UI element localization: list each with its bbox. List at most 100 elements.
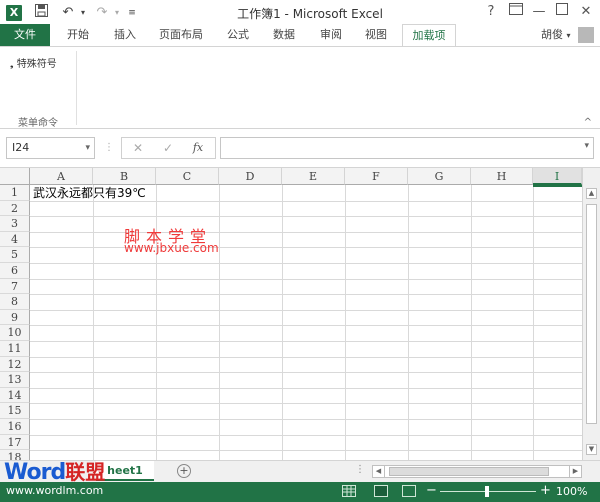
vertical-scrollbar[interactable]: ▲ ▼ <box>582 168 600 460</box>
help-button[interactable]: ? <box>480 3 502 23</box>
row-header-16[interactable]: 16 <box>0 419 30 435</box>
watermark-url: www.jbxue.com <box>124 241 219 255</box>
name-box[interactable]: I24 ▾ <box>6 137 95 159</box>
formula-bar: I24 ▾ ⋮ ✕ ✓ fx ▾ <box>0 130 600 167</box>
gridline <box>30 231 582 233</box>
close-button[interactable]: ✕ <box>575 3 597 23</box>
gridline <box>30 419 582 420</box>
tab-page-layout[interactable]: 页面布局 <box>152 24 210 46</box>
name-box-value: I24 <box>12 141 30 154</box>
ribbon-display-options-icon[interactable] <box>505 3 527 23</box>
cell-a1[interactable]: 武汉永远都只有39℃ <box>33 185 146 201</box>
title-bar: X ↶ ▾ ↷ ▾ ≡ 工作簿1 - Microsoft Excel ? — ✕ <box>0 0 600 26</box>
user-dropdown-icon: ▾ <box>566 31 571 40</box>
insert-function-icon[interactable]: fx <box>184 138 212 158</box>
tab-home[interactable]: 开始 <box>56 24 100 46</box>
group-label-menu-commands: 菜单命令 <box>18 118 58 129</box>
gridline <box>30 294 582 296</box>
row-header-11[interactable]: 11 <box>0 341 30 357</box>
customize-qat-icon[interactable]: ≡ <box>126 4 138 22</box>
zoom-level[interactable]: 100% <box>556 485 587 498</box>
page-break-preview-icon[interactable] <box>402 485 416 497</box>
column-header-c[interactable]: C <box>156 168 219 185</box>
status-bar: www.wordlm.com − + 100% <box>0 482 600 502</box>
collapse-ribbon-icon[interactable]: ^ <box>584 117 592 128</box>
special-symbols-menu[interactable]: ❟ 特殊符号 <box>10 55 57 70</box>
page-layout-view-icon[interactable] <box>374 485 388 497</box>
chevron-down-icon[interactable]: ▾ <box>85 138 90 158</box>
splitter-dots-icon[interactable]: ⋮ <box>355 464 365 475</box>
row-header-7[interactable]: 7 <box>0 278 30 295</box>
column-header-d[interactable]: D <box>219 168 282 185</box>
row-header-8[interactable]: 8 <box>0 294 30 310</box>
column-header-i[interactable]: I <box>533 168 582 185</box>
avatar <box>578 27 594 43</box>
expand-formula-bar-icon[interactable]: ▾ <box>584 141 589 151</box>
window-title: 工作簿1 - Microsoft Excel <box>237 7 383 21</box>
undo-dropdown-icon[interactable]: ▾ <box>78 4 88 22</box>
horizontal-scrollbar[interactable]: ◀ ▶ <box>372 465 582 478</box>
scroll-down-icon[interactable]: ▼ <box>586 444 597 455</box>
user-account[interactable]: 胡俊 ▾ <box>541 24 594 46</box>
formula-input[interactable]: ▾ <box>220 137 594 159</box>
gridline <box>30 356 582 358</box>
row-header-13[interactable]: 13 <box>0 372 30 388</box>
gridline <box>30 325 582 327</box>
row-header-5[interactable]: 5 <box>0 247 30 263</box>
add-sheet-icon[interactable]: + <box>177 464 191 478</box>
zoom-slider-knob[interactable] <box>485 486 489 497</box>
tab-file[interactable]: 文件 <box>0 24 50 46</box>
column-header-b[interactable]: B <box>93 168 156 185</box>
vertical-scroll-thumb[interactable] <box>586 204 597 424</box>
menu-bullet-icon: ❟ <box>10 60 14 70</box>
gridline <box>30 434 582 436</box>
row-header-10[interactable]: 10 <box>0 325 30 341</box>
column-header-a[interactable]: A <box>30 168 93 185</box>
confirm-entry-icon[interactable]: ✓ <box>154 138 182 158</box>
maximize-icon[interactable] <box>551 3 573 23</box>
row-header-1[interactable]: 1 <box>0 185 30 201</box>
excel-app-icon[interactable]: X <box>6 5 22 21</box>
tab-data[interactable]: 数据 <box>262 24 306 46</box>
tab-insert[interactable]: 插入 <box>103 24 147 46</box>
row-header-3[interactable]: 3 <box>0 216 30 232</box>
row-header-17[interactable]: 17 <box>0 434 30 451</box>
gridline <box>30 450 582 452</box>
scroll-right-icon[interactable]: ▶ <box>569 466 581 477</box>
redo-icon[interactable]: ↷ <box>92 4 112 22</box>
column-header-e[interactable]: E <box>282 168 345 185</box>
select-all-corner[interactable] <box>0 168 30 185</box>
horizontal-scroll-thumb[interactable] <box>389 467 549 476</box>
scroll-left-icon[interactable]: ◀ <box>373 466 385 477</box>
redo-dropdown-icon[interactable]: ▾ <box>112 4 122 22</box>
logo-cn: 联盟 <box>65 460 106 484</box>
gridline <box>30 341 582 342</box>
row-header-14[interactable]: 14 <box>0 387 30 404</box>
tab-view[interactable]: 视图 <box>354 24 398 46</box>
row-header-4[interactable]: 4 <box>0 231 30 248</box>
worksheet-grid[interactable]: A B C D E F G H I 1 2 3 4 5 6 7 8 9 10 1… <box>0 167 600 460</box>
row-header-9[interactable]: 9 <box>0 309 30 326</box>
row-header-12[interactable]: 12 <box>0 356 30 373</box>
undo-icon[interactable]: ↶ <box>58 4 78 22</box>
user-name: 胡俊 <box>540 28 563 41</box>
row-header-2[interactable]: 2 <box>0 200 30 217</box>
tab-formulas[interactable]: 公式 <box>216 24 260 46</box>
row-header-15[interactable]: 15 <box>0 403 30 419</box>
tab-addins[interactable]: 加载项 <box>402 24 456 46</box>
column-header-g[interactable]: G <box>408 168 471 185</box>
save-icon[interactable] <box>30 4 52 22</box>
zoom-out-button[interactable]: − <box>426 484 437 498</box>
scroll-up-icon[interactable]: ▲ <box>586 188 597 199</box>
gridline <box>30 278 582 280</box>
splitter-dots-icon[interactable]: ⋮ <box>104 142 114 154</box>
zoom-in-button[interactable]: + <box>540 484 551 498</box>
column-header-f[interactable]: F <box>345 168 408 185</box>
cancel-entry-icon[interactable]: ✕ <box>124 138 152 158</box>
tab-review[interactable]: 审阅 <box>309 24 353 46</box>
selected-column-indicator <box>533 185 582 187</box>
row-header-6[interactable]: 6 <box>0 263 30 279</box>
normal-view-icon[interactable] <box>342 485 356 497</box>
column-header-h[interactable]: H <box>471 168 533 185</box>
minimize-button[interactable]: — <box>528 3 550 23</box>
